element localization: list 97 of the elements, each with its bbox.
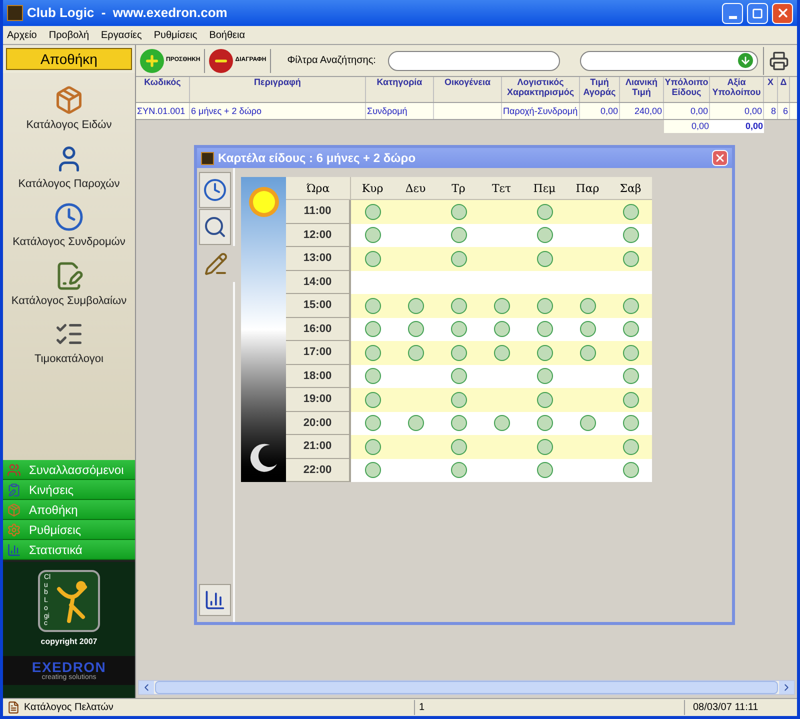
column-header[interactable]: Δ <box>778 77 790 102</box>
column-header[interactable]: Λιανική Τιμή <box>620 77 664 102</box>
dialog-title: Καρτέλα είδους : 6 μήνες + 2 δώρο <box>218 150 417 167</box>
day-header: Παρ <box>566 177 609 200</box>
package-icon <box>54 85 84 115</box>
table-cell: 8 <box>764 103 778 119</box>
close-button[interactable] <box>772 2 793 24</box>
clock-icon <box>203 178 227 202</box>
minimize-button[interactable] <box>722 2 743 24</box>
column-header[interactable]: Τιμή Αγοράς <box>580 77 620 102</box>
hour-cell: 14:00 <box>286 270 351 294</box>
hour-cell: 17:00 <box>286 341 351 364</box>
scroll-thumb[interactable] <box>155 681 778 694</box>
filter-label: Φίλτρα Αναζήτησης: <box>287 54 376 68</box>
menu-item[interactable]: Αρχείο <box>7 28 37 42</box>
table-cell: Παροχή-Συνδρομή <box>502 103 580 119</box>
status-text: Κατάλογος Πελατών <box>24 701 114 715</box>
app-logo-icon <box>201 152 214 164</box>
hour-cell: 20:00 <box>286 412 351 435</box>
column-header[interactable]: Αξία Υπολοίπου <box>710 77 764 102</box>
brand-name: EXEDRON <box>32 660 106 674</box>
minus-icon <box>209 48 234 72</box>
day-header: Κυρ <box>351 177 394 200</box>
column-header[interactable]: Κατηγορία <box>366 77 434 102</box>
close-button[interactable] <box>712 150 728 166</box>
search-field[interactable] <box>580 50 758 70</box>
clock-icon <box>54 202 84 232</box>
plus-icon <box>140 48 164 72</box>
column-header[interactable]: Περιγραφή <box>190 77 366 102</box>
people-icon <box>7 462 21 476</box>
close-icon <box>714 152 726 164</box>
column-header[interactable]: Λογιστικός Χαρακτηρισμός <box>502 77 580 102</box>
app-logo-icon <box>7 5 23 21</box>
hour-header: Ώρα <box>286 177 351 200</box>
bar-chart-icon <box>7 542 21 556</box>
side-tab[interactable] <box>199 584 231 616</box>
hour-cell: 19:00 <box>286 388 351 412</box>
table-cell: 240,00 <box>620 103 664 119</box>
arrow-down-icon <box>738 53 753 68</box>
scroll-left-icon[interactable] <box>139 681 154 694</box>
table-cell: 0,00 <box>710 103 764 119</box>
sun-icon <box>246 185 280 219</box>
day-header: Τετ <box>480 177 523 200</box>
filter-field[interactable] <box>388 50 560 70</box>
sidebar-item[interactable]: Κατάλογος Ειδών <box>26 85 112 134</box>
hour-cell: 15:00 <box>286 294 351 318</box>
table-cell: 0,00 <box>664 103 710 119</box>
hour-cell: 13:00 <box>286 247 351 270</box>
table-cell: ΣΥΝ.01.001 <box>136 103 190 119</box>
bar-chart-icon <box>204 589 226 611</box>
hour-cell: 11:00 <box>286 200 351 224</box>
column-header[interactable]: Χ <box>764 77 778 102</box>
table-cell: Συνδρομή <box>366 103 434 119</box>
menu-item[interactable]: Προβολή <box>48 28 90 42</box>
hour-cell: 18:00 <box>286 364 351 388</box>
horizontal-scrollbar[interactable] <box>138 680 795 695</box>
hour-cell: 22:00 <box>286 458 351 482</box>
gear-icon <box>7 522 21 536</box>
total-cell: 0,00 <box>710 120 764 133</box>
search-icon <box>203 215 227 239</box>
column-header[interactable]: Κωδικός <box>136 77 190 102</box>
day-header: Τρ <box>437 177 480 200</box>
table-cell: 6 <box>778 103 790 119</box>
package-icon <box>7 502 21 516</box>
sidebar-item[interactable]: Κατάλογος Παροχών <box>18 144 120 192</box>
day-header: Πεμ <box>523 177 566 200</box>
moon-icon <box>248 442 280 474</box>
clipboard-icon <box>7 482 21 496</box>
status-count: 1 <box>414 700 684 715</box>
sidebar-item[interactable]: Κατάλογος Συμβολαίων <box>11 260 127 309</box>
side-tab[interactable] <box>199 209 231 245</box>
sidebar-item[interactable]: Κατάλογος Συνδρομών <box>12 202 126 250</box>
copyright-text: copyright 2007 <box>40 636 98 648</box>
section-header[interactable]: Αποθήκη <box>6 48 132 70</box>
menu-item[interactable]: Βοήθεια <box>209 28 246 42</box>
window-title: Club Logic - www.exedron.com <box>27 4 228 22</box>
document-icon <box>7 701 20 714</box>
day-header: Δευ <box>394 177 437 200</box>
hour-cell: 12:00 <box>286 224 351 247</box>
day-header: Σαβ <box>609 177 652 200</box>
table-cell: 6 μήνες + 2 δώρο <box>190 103 366 119</box>
side-tab[interactable] <box>199 172 231 208</box>
scroll-right-icon[interactable] <box>779 681 794 694</box>
maximize-icon <box>752 8 763 18</box>
maximize-button[interactable] <box>747 2 768 24</box>
total-cell: 0,00 <box>664 120 710 133</box>
menu-item[interactable]: Εργασίες <box>101 28 142 42</box>
menu-item[interactable]: Ρυθμίσεις <box>154 28 198 42</box>
status-datetime: 08/03/07 11:11 <box>684 700 797 715</box>
column-header[interactable]: Υπόλοιπο Είδους <box>664 77 710 102</box>
sidebar-item[interactable]: Τιμοκατάλογοι <box>34 319 104 368</box>
close-icon <box>776 6 790 20</box>
hour-cell: 21:00 <box>286 435 351 458</box>
hour-cell: 16:00 <box>286 318 351 341</box>
column-header[interactable]: Οικογένεια <box>434 77 502 102</box>
table-cell: 0,00 <box>580 103 620 119</box>
pencil-icon <box>204 252 228 276</box>
